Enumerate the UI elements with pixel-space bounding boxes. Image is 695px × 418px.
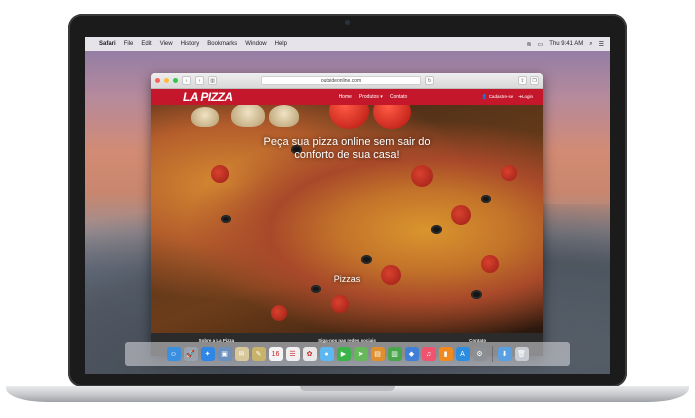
desktop-screen: Safari File Edit View History Bookmarks … (85, 37, 610, 374)
address-bar[interactable]: outsideonline.com (261, 76, 421, 85)
finder-icon[interactable]: ☺ (166, 347, 181, 361)
forward-button[interactable]: › (195, 76, 204, 85)
macos-dock: ☺ 🚀 ✦ ▣ ✉ ✎ 16 ☰ ✿ ● ▶ ➤ ▤ ▥ ◆ ♫ ▮ A ⚙ ⬇ 🗑 (125, 342, 570, 366)
sidebar-toggle-icon[interactable]: ▥ (208, 76, 217, 85)
calendar-icon[interactable]: 16 (268, 347, 283, 361)
nav-login-link[interactable]: ➜Login (518, 94, 533, 100)
notification-center-icon[interactable]: ☰ (599, 41, 604, 48)
system-preferences-icon[interactable]: ⚙ (472, 347, 487, 361)
site-logo[interactable]: LA PIZZA (183, 90, 233, 104)
menu-item-bookmarks[interactable]: Bookmarks (207, 41, 237, 47)
cadastre-label: Cadastre-se (488, 94, 514, 99)
nav-produtos-dropdown[interactable]: Produtos ▾ (359, 94, 383, 100)
app-store-icon[interactable]: A (455, 347, 470, 361)
menu-item-view[interactable]: View (160, 41, 173, 47)
launchpad-icon[interactable]: 🚀 (183, 347, 198, 361)
ibooks-icon[interactable]: ▤ (370, 347, 385, 361)
reload-icon[interactable]: ↻ (425, 76, 434, 85)
nav-home-link[interactable]: Home (339, 94, 352, 100)
hero-subtitle-line1: Peça sua pizza online sem sair do (263, 136, 431, 148)
menu-item-window[interactable]: Window (245, 41, 266, 47)
camera-icon (345, 20, 350, 25)
safari-icon[interactable]: ✦ (200, 347, 215, 361)
macos-menu-bar: Safari File Edit View History Bookmarks … (85, 37, 610, 51)
trash-icon[interactable]: 🗑 (514, 347, 529, 361)
laptop-opening-notch (300, 386, 395, 391)
preview-icon[interactable]: ▣ (217, 347, 232, 361)
minimize-window-icon[interactable] (164, 78, 169, 83)
mail-icon[interactable]: ✉ (234, 347, 249, 361)
site-navbar: LA PIZZA Home Produtos ▾ Contato 👤 Cadas… (151, 89, 543, 105)
tabs-overview-icon[interactable]: ❐ (530, 76, 539, 85)
zoom-window-icon[interactable] (173, 78, 178, 83)
dock-separator (491, 346, 493, 362)
nav-cadastre-link[interactable]: 👤 Cadastre-se (482, 94, 513, 100)
hero-subtitle: Peça sua pizza online sem sair do confor… (151, 136, 543, 162)
safari-toolbar: ‹ › ▥ outsideonline.com ↻ ⇪ ❐ (151, 73, 543, 89)
nav-contato-link[interactable]: Contato (390, 94, 408, 100)
itunes-icon[interactable]: ♫ (421, 347, 436, 361)
back-button[interactable]: ‹ (182, 76, 191, 85)
menu-item-history[interactable]: History (181, 41, 200, 47)
reminders-icon[interactable]: ☰ (285, 347, 300, 361)
photos-icon[interactable]: ✿ (302, 347, 317, 361)
menu-item-safari[interactable]: Safari (99, 41, 116, 47)
close-window-icon[interactable] (155, 78, 160, 83)
maps-icon[interactable]: ➤ (353, 347, 368, 361)
downloads-folder-icon[interactable]: ⬇ (497, 347, 512, 361)
scene: Safari File Edit View History Bookmarks … (0, 0, 695, 418)
wifi-icon[interactable]: ≋ (527, 41, 532, 48)
safari-window: ‹ › ▥ outsideonline.com ↻ ⇪ ❐ LA PIZZA H… (151, 73, 543, 356)
spotlight-search-icon[interactable]: ⌕ (589, 41, 592, 48)
notes-icon[interactable]: ✎ (251, 347, 266, 361)
numbers-icon[interactable]: ▥ (387, 347, 402, 361)
menubar-clock[interactable]: Thu 9:41 AM (549, 41, 583, 48)
login-label: Login (521, 94, 533, 99)
messages-icon[interactable]: ● (319, 347, 334, 361)
books-icon[interactable]: ▮ (438, 347, 453, 361)
hero-heading: Pizzas (333, 274, 361, 284)
share-icon[interactable]: ⇪ (518, 76, 527, 85)
facetime-icon[interactable]: ▶ (336, 347, 351, 361)
menu-item-help[interactable]: Help (275, 41, 287, 47)
user-icon: 👤 (481, 94, 488, 99)
menu-item-file[interactable]: File (124, 41, 134, 47)
menu-item-edit[interactable]: Edit (141, 41, 151, 47)
hero-subtitle-line2: conforto de sua casa! (294, 149, 400, 161)
battery-icon[interactable]: ▭ (538, 41, 544, 48)
website: LA PIZZA Home Produtos ▾ Contato 👤 Cadas… (151, 89, 543, 356)
keynote-icon[interactable]: ◆ (404, 347, 419, 361)
